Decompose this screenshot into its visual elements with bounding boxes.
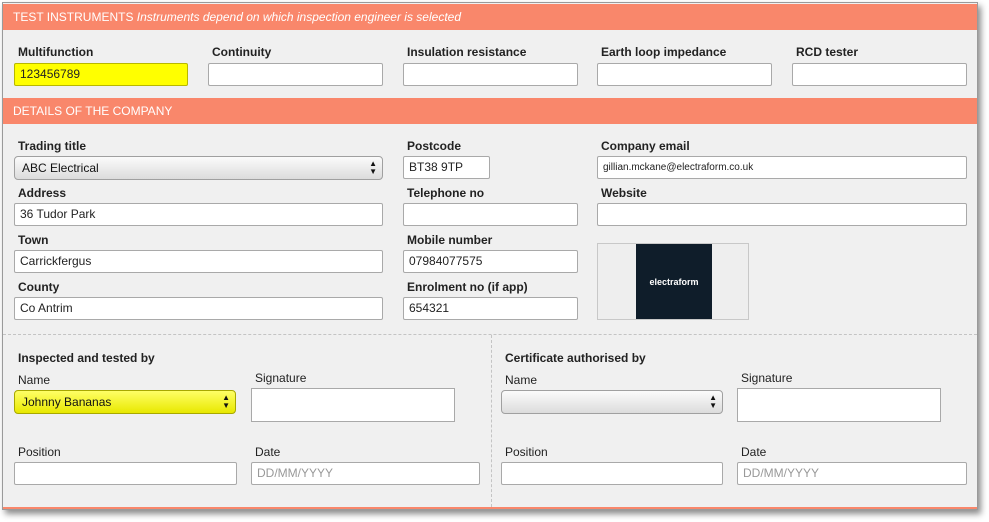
inspected-signature-box[interactable] — [251, 388, 455, 422]
trading-title-select[interactable]: ABC Electrical ▲ ▼ — [14, 156, 383, 180]
postcode-label: Postcode — [407, 139, 462, 153]
multifunction-label: Multifunction — [18, 45, 94, 59]
telephone-input[interactable] — [403, 203, 578, 226]
inspected-position-input[interactable] — [14, 462, 237, 485]
authorised-date-label: Date — [741, 445, 767, 459]
company-logo: electraform — [636, 244, 712, 319]
enrolment-input[interactable]: 654321 — [403, 297, 578, 320]
website-label: Website — [601, 186, 647, 200]
insulation-resistance-input[interactable] — [403, 63, 578, 86]
authorised-signature-label: Signature — [741, 371, 793, 385]
test-instruments-note: Instruments depend on which inspection e… — [136, 10, 461, 24]
company-email-label: Company email — [601, 139, 690, 153]
inspected-name-select[interactable]: Johnny Bananas ▲ ▼ — [14, 390, 236, 414]
company-logo-frame[interactable]: electraform — [597, 243, 749, 320]
rcd-tester-input[interactable] — [792, 63, 967, 86]
website-input[interactable] — [597, 203, 967, 226]
mobile-number-input[interactable]: 07984077575 — [403, 250, 578, 273]
address-input[interactable]: 36 Tudor Park — [14, 203, 383, 226]
multifunction-input[interactable]: 123456789 — [14, 63, 188, 86]
company-header: DETAILS OF THE COMPANY — [3, 98, 977, 124]
authorised-name-label: Name — [505, 373, 538, 387]
select-arrows-icon: ▲ ▼ — [222, 393, 230, 410]
continuity-input[interactable] — [208, 63, 383, 86]
column-divider — [491, 335, 492, 507]
inspected-position-label: Position — [18, 445, 61, 459]
authorised-signature-box[interactable] — [737, 388, 941, 422]
rcd-tester-label: RCD tester — [796, 45, 859, 59]
enrolment-label: Enrolment no (if app) — [407, 280, 528, 294]
inspected-name-label: Name — [18, 373, 51, 387]
postcode-input[interactable]: BT38 9TP — [403, 156, 490, 179]
town-label: Town — [18, 233, 49, 247]
select-arrows-icon: ▲ ▼ — [369, 159, 377, 176]
section-divider — [3, 334, 977, 335]
earth-loop-impedance-input[interactable] — [597, 63, 772, 86]
inspected-date-label: Date — [255, 445, 281, 459]
inspected-name-value: Johnny Bananas — [22, 395, 112, 409]
address-label: Address — [18, 186, 67, 200]
county-input[interactable]: Co Antrim — [14, 297, 383, 320]
insulation-resistance-label: Insulation resistance — [407, 45, 527, 59]
trading-title-value: ABC Electrical — [22, 161, 99, 175]
authorised-date-input[interactable]: DD/MM/YYYY — [737, 462, 967, 485]
authorised-position-input[interactable] — [501, 462, 723, 485]
authorised-name-select[interactable]: ▲ ▼ — [501, 390, 723, 414]
authorised-by-title: Certificate authorised by — [505, 351, 646, 365]
telephone-label: Telephone no — [407, 186, 485, 200]
inspected-date-input[interactable]: DD/MM/YYYY — [251, 462, 480, 485]
county-label: County — [18, 280, 60, 294]
select-arrows-icon: ▲ ▼ — [709, 393, 717, 410]
company-email-input[interactable]: gillian.mckane@electraform.co.uk — [597, 156, 967, 179]
test-instruments-header: TEST INSTRUMENTS Instruments depend on w… — [3, 4, 977, 30]
test-instruments-title: TEST INSTRUMENTS — [13, 10, 134, 24]
certificate-form: TEST INSTRUMENTS Instruments depend on w… — [2, 2, 978, 510]
trading-title-label: Trading title — [18, 139, 87, 153]
earth-loop-impedance-label: Earth loop impedance — [601, 45, 727, 59]
town-input[interactable]: Carrickfergus — [14, 250, 383, 273]
inspected-signature-label: Signature — [255, 371, 307, 385]
authorised-position-label: Position — [505, 445, 548, 459]
continuity-label: Continuity — [212, 45, 272, 59]
bottom-accent-bar — [3, 507, 977, 509]
inspected-by-title: Inspected and tested by — [18, 351, 155, 365]
company-title: DETAILS OF THE COMPANY — [13, 104, 173, 118]
mobile-number-label: Mobile number — [407, 233, 493, 247]
